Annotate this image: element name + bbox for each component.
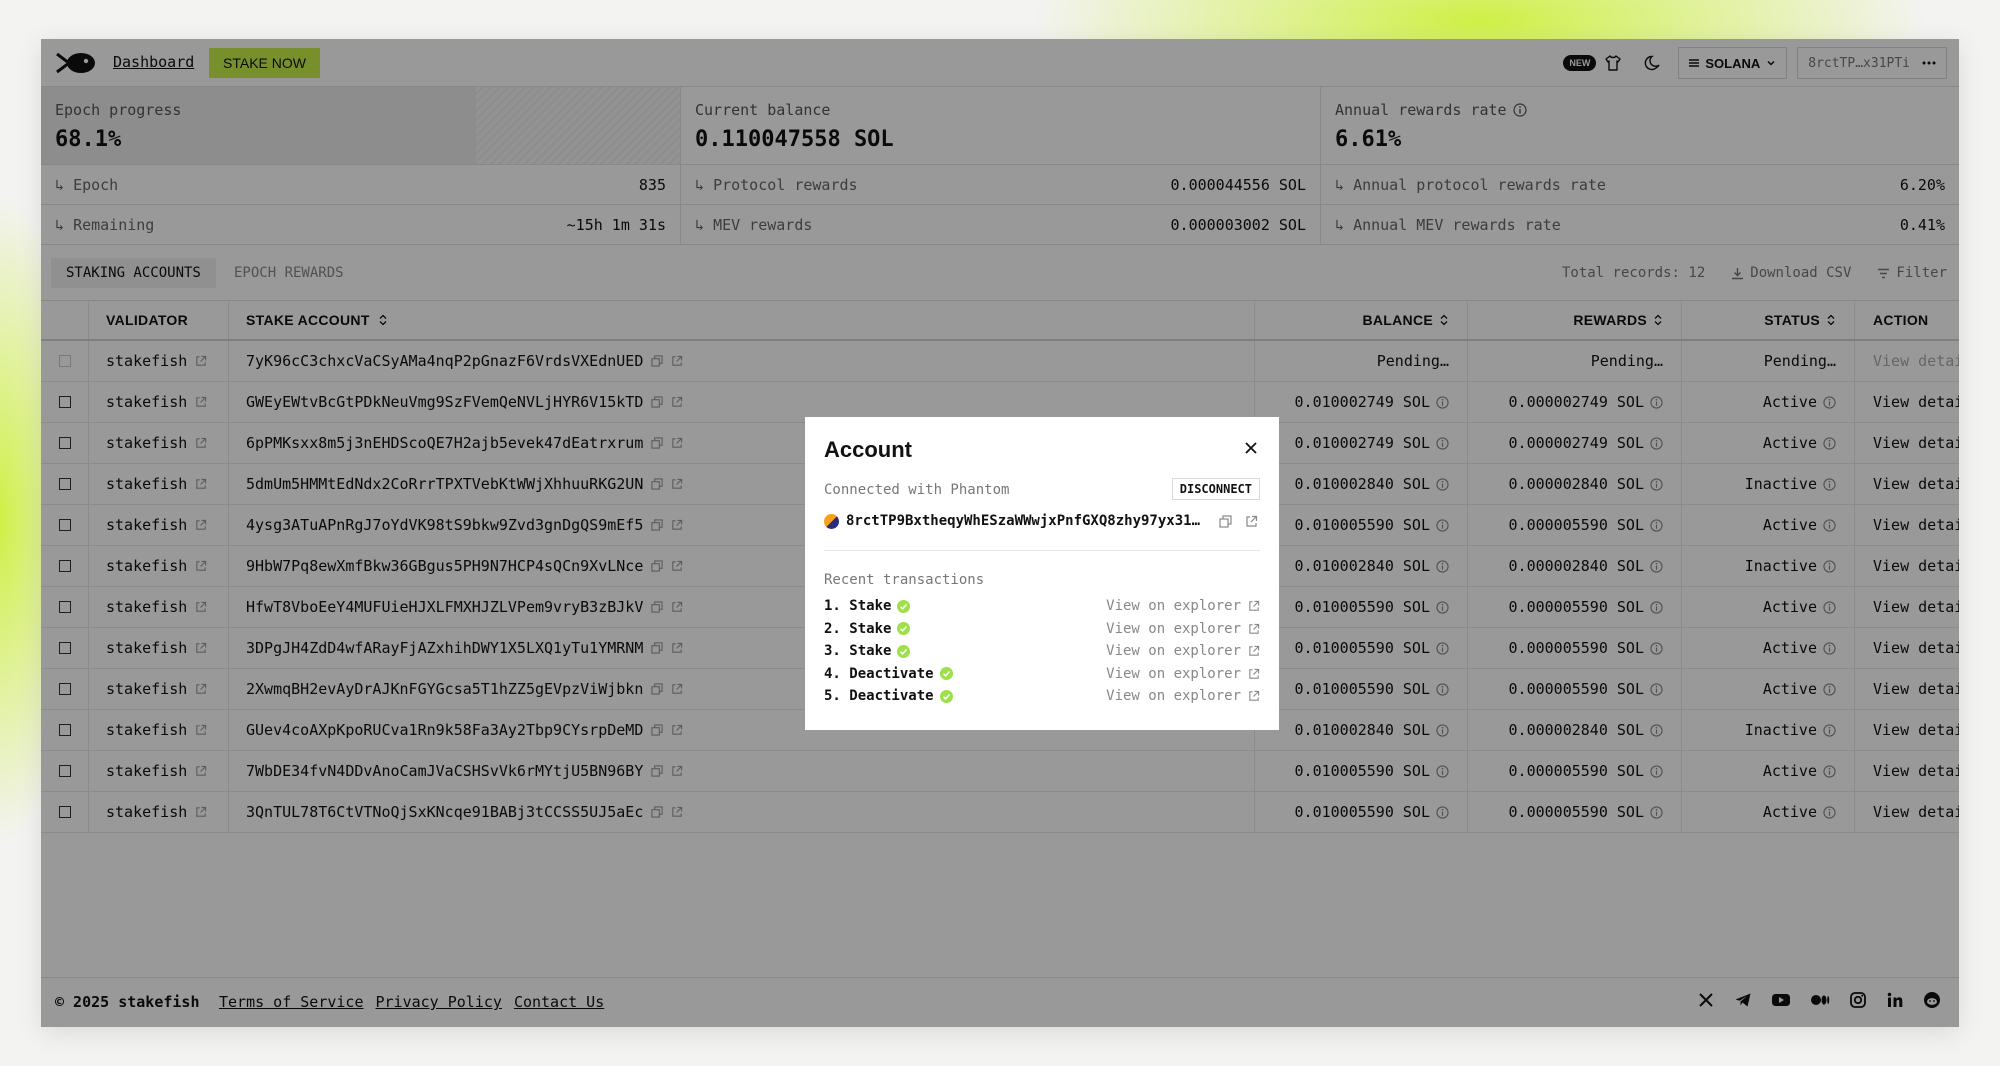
view-on-explorer-link[interactable]: View on explorer — [1106, 621, 1260, 637]
external-link-icon[interactable] — [1245, 515, 1258, 528]
transaction-item: 3. Stake View on explorer — [824, 640, 1260, 663]
check-circle-icon — [897, 644, 911, 658]
external-link-icon[interactable] — [1248, 600, 1260, 612]
view-on-explorer-link[interactable]: View on explorer — [1106, 643, 1260, 659]
external-link-icon[interactable] — [1248, 690, 1260, 702]
view-on-explorer-link[interactable]: View on explorer — [1106, 688, 1260, 704]
check-circle-icon — [897, 622, 911, 636]
account-modal: Account Connected with Phantom DISCONNEC… — [805, 417, 1279, 730]
copy-icon[interactable] — [1219, 514, 1232, 528]
disconnect-button[interactable]: DISCONNECT — [1171, 478, 1260, 500]
transaction-item: 5. Deactivate View on explorer — [824, 685, 1260, 708]
modal-divider — [824, 550, 1260, 551]
close-icon[interactable] — [1242, 439, 1260, 457]
transaction-label: 4. Deactivate — [824, 665, 934, 682]
transaction-label: 1. Stake — [824, 598, 892, 615]
transaction-label: 5. Deactivate — [824, 688, 934, 705]
check-circle-icon — [897, 599, 911, 613]
transaction-item: 4. Deactivate View on explorer — [824, 663, 1260, 686]
external-link-icon[interactable] — [1248, 668, 1260, 680]
recent-transactions-label: Recent transactions — [824, 572, 985, 588]
phantom-wallet-icon — [824, 513, 839, 529]
connected-with-label: Connected with Phantom — [824, 482, 1010, 498]
view-on-explorer-link[interactable]: View on explorer — [1106, 666, 1260, 682]
external-link-icon[interactable] — [1248, 623, 1260, 635]
wallet-address: 8rctTP9BxtheqyWhESzaWWwjxPnfGXQ8zhy97yx3… — [846, 513, 1208, 529]
recent-transactions-list: 1. Stake View on explorer 2. Stake View … — [824, 595, 1260, 708]
view-on-explorer-link[interactable]: View on explorer — [1106, 598, 1260, 614]
check-circle-icon — [939, 689, 953, 703]
transaction-item: 1. Stake View on explorer — [824, 595, 1260, 618]
transaction-item: 2. Stake View on explorer — [824, 618, 1260, 641]
transaction-label: 3. Stake — [824, 643, 892, 660]
external-link-icon[interactable] — [1248, 645, 1260, 657]
transaction-label: 2. Stake — [824, 620, 892, 637]
modal-title: Account — [824, 437, 912, 462]
app-window: Dashboard STAKE NOW NEW SOLANA 8rctTP…x3… — [41, 39, 1959, 1027]
check-circle-icon — [939, 667, 953, 681]
wallet-address-row: 8rctTP9BxtheqyWhESzaWWwjxPnfGXQ8zhy97yx3… — [824, 513, 1260, 529]
